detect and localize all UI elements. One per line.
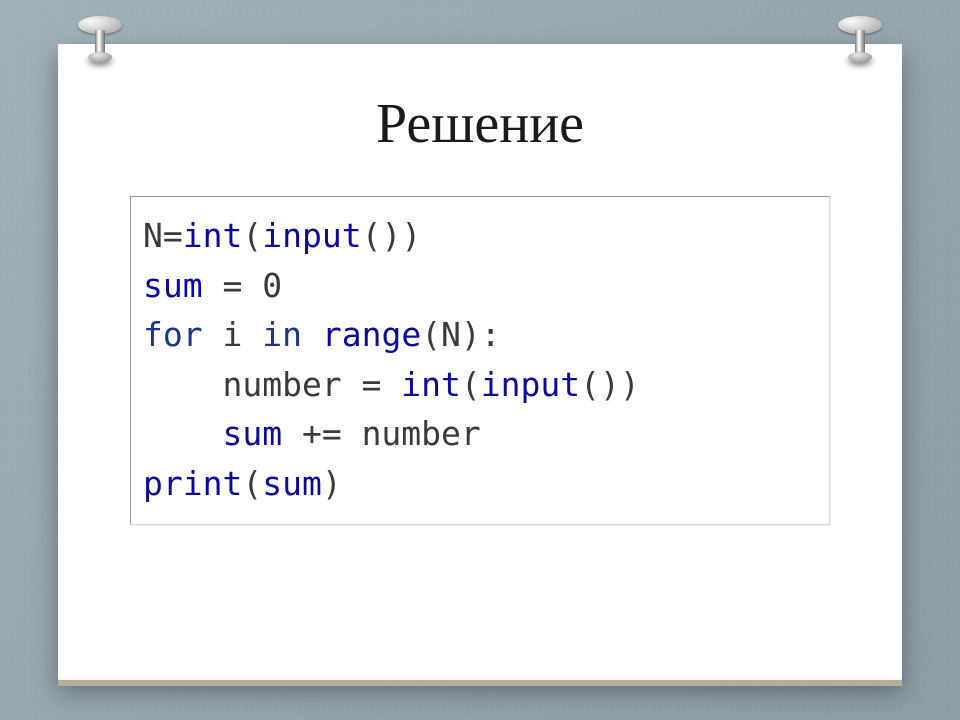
code-token: int (401, 365, 461, 404)
slide-card: Решение N=int(input()) sum = 0 for i in … (58, 44, 902, 680)
code-token: ( (242, 216, 262, 255)
code-token: sum (222, 414, 282, 453)
code-token: ()) (362, 216, 422, 255)
code-token: number = (143, 365, 401, 404)
code-token: sum (143, 266, 203, 305)
code-token: = (163, 216, 183, 255)
code-token: ( (461, 365, 481, 404)
pushpin-icon (75, 16, 125, 66)
code-token: N (143, 216, 163, 255)
code-token: ()) (580, 365, 640, 404)
code-content: N=int(input()) sum = 0 for i in range(N)… (143, 211, 813, 508)
code-token: += number (282, 414, 481, 453)
code-token: (N): (421, 315, 500, 354)
code-token (302, 315, 322, 354)
slide-title: Решение (88, 92, 872, 156)
code-token: i (203, 315, 263, 354)
code-token: print (143, 464, 242, 503)
code-box: N=int(input()) sum = 0 for i in range(N)… (130, 196, 830, 525)
code-token (143, 414, 222, 453)
code-token: input (481, 365, 580, 404)
code-token: ) (322, 464, 342, 503)
code-token: = (203, 266, 263, 305)
code-token: range (322, 315, 421, 354)
pushpin-icon (835, 16, 885, 66)
code-token: sum (262, 464, 322, 503)
code-token: in (262, 315, 302, 354)
code-token: for (143, 315, 203, 354)
code-token: 0 (262, 266, 282, 305)
code-token: input (262, 216, 361, 255)
code-token: ( (242, 464, 262, 503)
code-token: int (183, 216, 243, 255)
